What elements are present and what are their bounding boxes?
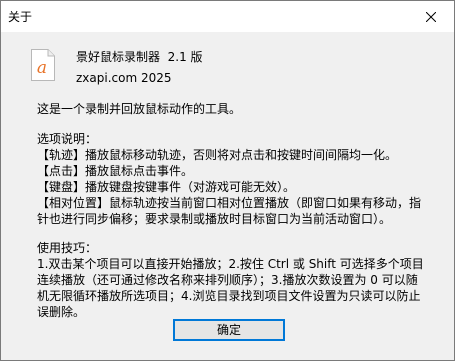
window-title: 关于 xyxy=(8,10,33,24)
option-relative-line2: 针也进行同步偏移；要求录制或播放时目标窗口为当前活动窗口）。 xyxy=(37,212,392,226)
option-track: 【轨迹】播放鼠标移动轨迹，否则将对点击和按键时间间隔均一化。 xyxy=(37,148,398,162)
app-file-icon: a xyxy=(31,49,55,81)
dialog-body: a 景好鼠标录制器 2.1 版 zxapi.com 2025 这是一个录制并回放… xyxy=(1,32,454,360)
tip-line-4: 误删除。 xyxy=(37,305,86,319)
tip-line-1: 1.双击某个项目可以直接开始播放；2.按住 Ctrl 或 Shift 可选择多个… xyxy=(37,257,424,271)
ok-button[interactable]: 确定 xyxy=(173,319,285,341)
option-keyboard: 【键盘】播放键盘按键事件（对游戏可能无效）。 xyxy=(37,180,296,194)
tip-line-3: 机无限循环播放所选项目；4.浏览目录找到项目文件设置为只读可以防止 xyxy=(37,289,421,303)
close-icon xyxy=(426,11,436,22)
tips-heading: 使用技巧： xyxy=(37,241,98,255)
title-bar[interactable]: 关于 xyxy=(1,1,454,32)
about-dialog: 关于 a 景好鼠标录制器 2.1 版 zxapi.com 2025 这是一个录制… xyxy=(0,0,455,361)
app-icon-letter: a xyxy=(37,58,47,78)
intro-text: 这是一个录制并回放鼠标动作的工具。 xyxy=(37,102,242,116)
app-name-version: 景好鼠标录制器 2.1 版 xyxy=(76,50,203,64)
option-click: 【点击】播放鼠标点击事件。 xyxy=(37,164,194,178)
close-button[interactable] xyxy=(408,1,454,32)
app-site-year: zxapi.com 2025 xyxy=(76,71,172,85)
tip-line-2: 连续播放（还可通过修改名称来排列顺序）；3.播放次数设置为 0 可以随 xyxy=(37,273,418,287)
option-relative-line1: 【相对位置】鼠标轨迹按当前窗口相对位置播放（即窗口如果有移动，指 xyxy=(37,196,422,210)
options-heading: 选项说明： xyxy=(37,132,98,146)
